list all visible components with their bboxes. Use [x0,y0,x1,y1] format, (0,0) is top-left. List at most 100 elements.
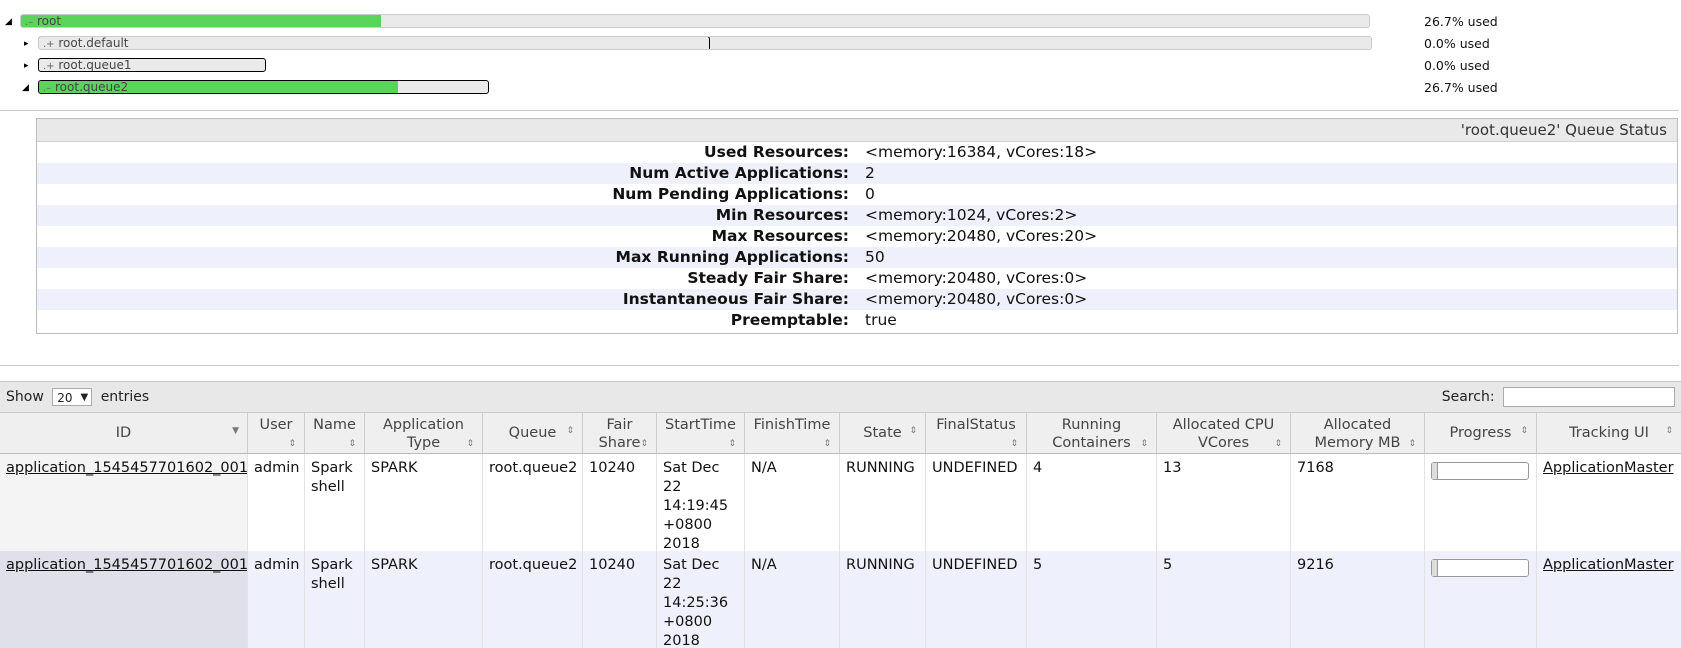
col-label: Application Type [382,417,465,451]
status-value: 0 [865,185,875,203]
queue-used-text: 0.0% used [1424,58,1490,73]
expand-triangle-icon[interactable]: ▸ [24,61,34,71]
col-header-tracking-ui[interactable]: Tracking UI ⇕ [1537,413,1681,453]
cell-state: RUNNING [840,454,926,551]
col-header-queue[interactable]: Queue ⇕ [483,413,583,453]
cell-queue: root.queue2 [483,454,583,551]
sort-icon: ⇕ [909,426,917,436]
col-label: FinalStatus [936,417,1016,433]
cell-finalstatus: UNDEFINED [926,454,1027,551]
col-header-id[interactable]: ID ▼ [0,413,248,453]
queue-node-root[interactable]: ◢ .– root 26.7% used [0,14,1681,32]
col-header-allocated-cpu-vcores[interactable]: Allocated CPU VCores ⇕ [1157,413,1291,453]
status-row-used-resources: Used Resources: <memory:16384, vCores:18> [37,142,1677,163]
status-key: Used Resources: [704,143,849,161]
cell-running-containers: 5 [1027,551,1157,648]
queue-used-text: 26.7% used [1424,80,1498,95]
tracking-ui-link[interactable]: ApplicationMaster [1543,557,1674,573]
table-row: application_1545457701602_0014 admin Spa… [0,551,1681,648]
cell-name: Spark shell [305,454,365,551]
queue-status-rows: Used Resources: <memory:16384, vCores:18>… [37,142,1677,331]
queue-bar-root[interactable]: .– root [20,14,1370,28]
col-label: ID [115,425,132,441]
col-header-allocated-memory-mb[interactable]: Allocated Memory MB ⇕ [1291,413,1425,453]
queue-bar-root-queue1[interactable]: .+ root.queue1 [38,58,266,72]
entries-select[interactable]: 20 ▼ [52,388,93,406]
col-label: Running Containers [1052,417,1131,451]
search-box: Search: [1442,387,1675,407]
status-row-preemptable: Preemptable: true [37,310,1677,331]
progress-fill [1432,560,1438,576]
queue-bar-root-queue2[interactable]: .– root.queue2 [38,80,489,94]
search-input[interactable] [1503,387,1675,407]
search-label: Search: [1441,389,1495,405]
cell-user: admin [248,551,305,648]
status-value: <memory:16384, vCores:18> [865,143,1098,161]
col-label: Name [313,417,356,433]
status-value: <memory:20480, vCores:0> [865,290,1088,308]
col-header-name[interactable]: Name ⇕ [305,413,365,453]
queue-label: .+ root.queue1 [43,58,132,72]
col-header-finalstatus[interactable]: FinalStatus ⇕ [926,413,1027,453]
sort-icon: ⇕ [1665,426,1673,436]
col-header-running-containers[interactable]: Running Containers ⇕ [1027,413,1157,453]
status-value: 2 [865,164,875,182]
status-value: true [865,311,897,329]
sort-icon: ⇕ [728,439,736,449]
col-header-progress[interactable]: Progress ⇕ [1425,413,1537,453]
cell-id: application_1545457701602_0014 [0,551,248,648]
status-row-max-running-apps: Max Running Applications: 50 [37,247,1677,268]
entries-label: entries [100,389,150,405]
col-header-finishtime[interactable]: FinishTime ⇕ [745,413,840,453]
cell-running-containers: 4 [1027,454,1157,551]
sort-icon: ⇕ [288,439,296,449]
status-value: <memory:1024, vCores:2> [865,206,1078,224]
expand-triangle-icon[interactable]: ▸ [24,39,34,49]
status-row-steady-fair-share: Steady Fair Share: <memory:20480, vCores:… [37,268,1677,289]
queue-node-root-queue2[interactable]: ◢ .– root.queue2 26.7% used [0,80,1681,98]
queue-bar-root-default[interactable]: .+ root.default [38,36,1372,50]
col-label: User [259,417,293,433]
application-id-link[interactable]: application_1545457701602_0014 [6,557,247,573]
queue-node-root-queue1[interactable]: ▸ .+ root.queue1 0.0% used [0,58,1681,76]
queue-status-title: 'root.queue2' Queue Status [37,119,1677,142]
cell-fair-share: 10240 [583,454,657,551]
collapse-triangle-icon[interactable]: ◢ [22,83,32,93]
cell-allocated-memory: 9216 [1291,551,1425,648]
cell-type: SPARK [365,551,483,648]
tracking-ui-link[interactable]: ApplicationMaster [1543,460,1674,476]
sort-icon: ⇕ [1140,439,1148,449]
cell-allocated-memory: 7168 [1291,454,1425,551]
col-header-fair-share[interactable]: Fair Share ⇕ [583,413,657,453]
show-label: Show [6,389,44,405]
application-id-link[interactable]: application_1545457701602_0013 [6,460,247,476]
cell-type: SPARK [365,454,483,551]
sort-icon: ⇕ [1010,439,1018,449]
queue-node-root-default[interactable]: ▸ .+ root.default 0.0% used [0,36,1681,54]
cell-id: application_1545457701602_0013 [0,454,248,551]
show-entries: Show 20 ▼ entries [6,388,149,406]
cell-progress [1425,551,1537,648]
col-label: Tracking UI [1569,425,1649,441]
cell-allocated-vcores: 13 [1157,454,1291,551]
col-header-application-type[interactable]: Application Type ⇕ [365,413,483,453]
cell-finishtime: N/A [745,454,840,551]
col-header-starttime[interactable]: StartTime ⇕ [657,413,745,453]
collapse-triangle-icon[interactable]: ◢ [5,17,15,27]
col-header-user[interactable]: User ⇕ [248,413,305,453]
cell-progress [1425,454,1537,551]
status-row-pending-apps: Num Pending Applications: 0 [37,184,1677,205]
col-label: Allocated Memory MB [1314,417,1401,451]
status-key: Num Active Applications: [629,164,849,182]
progress-fill [1432,463,1438,479]
status-key: Max Resources: [711,227,849,245]
sort-icon: ⇕ [348,439,356,449]
col-header-state[interactable]: State ⇕ [840,413,926,453]
status-key: Preemptable: [730,311,849,329]
col-label: StartTime [665,417,736,433]
sort-icon: ⇕ [1274,439,1282,449]
sort-icon: ⇕ [640,439,648,449]
dropdown-caret-icon: ▼ [80,392,89,403]
status-value: 50 [865,248,885,266]
status-key: Instantaneous Fair Share: [622,290,849,308]
